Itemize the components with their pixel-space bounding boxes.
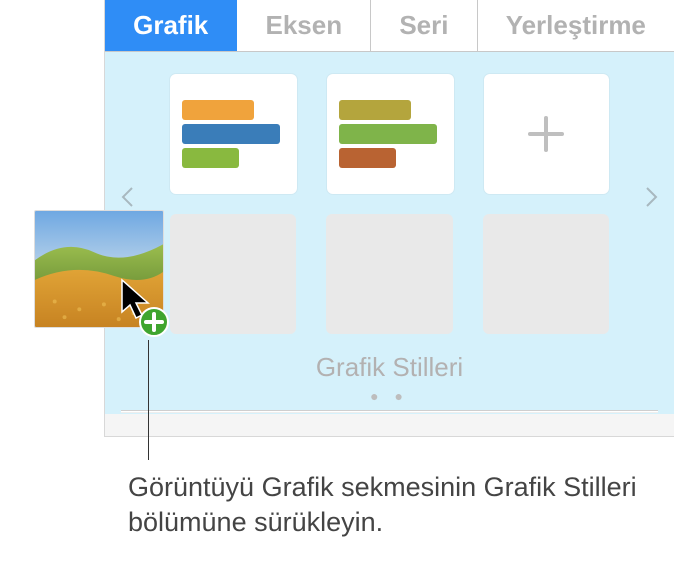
section-divider [121,410,658,411]
tab-arrange[interactable]: Yerleştirme [478,0,674,51]
chart-styles-title: Grafik Stilleri [105,352,674,383]
chart-style-slot-empty[interactable] [326,214,452,334]
chart-styles-section: Grafik Stilleri ● ● [105,52,674,414]
drag-cursor-add-icon [118,278,172,338]
swatch-bar [339,148,396,168]
chart-styles-row-empty [170,214,609,344]
tab-axis[interactable]: Eksen [237,0,371,51]
chart-style-slot-empty[interactable] [483,214,609,334]
plus-icon [522,110,570,158]
swatch-bar [182,148,239,168]
chart-style-swatch-2[interactable] [327,74,454,194]
tab-chart[interactable]: Grafik [105,0,237,51]
chart-style-slot-empty[interactable] [170,214,296,334]
inspector-tabbar: Grafik Eksen Seri Yerleştirme [105,0,674,52]
swatch-bar [182,124,280,144]
add-chart-style-button[interactable] [484,74,609,194]
callout-leader-line [148,340,149,460]
panel-bottom [105,414,674,436]
swatch-bar [182,100,254,120]
swatch-bar [339,124,437,144]
chart-style-swatch-1[interactable] [170,74,297,194]
chart-styles-row [170,74,609,204]
swatch-bar [339,100,411,120]
chart-styles-pager[interactable]: ● ● [105,388,674,404]
styles-next-arrow[interactable] [642,182,662,212]
styles-prev-arrow[interactable] [117,182,137,212]
tab-series[interactable]: Seri [371,0,477,51]
callout-text: Görüntüyü Grafik sekmesinin Grafik Still… [128,470,648,540]
inspector-panel: Grafik Eksen Seri Yerleştirme [104,0,674,437]
